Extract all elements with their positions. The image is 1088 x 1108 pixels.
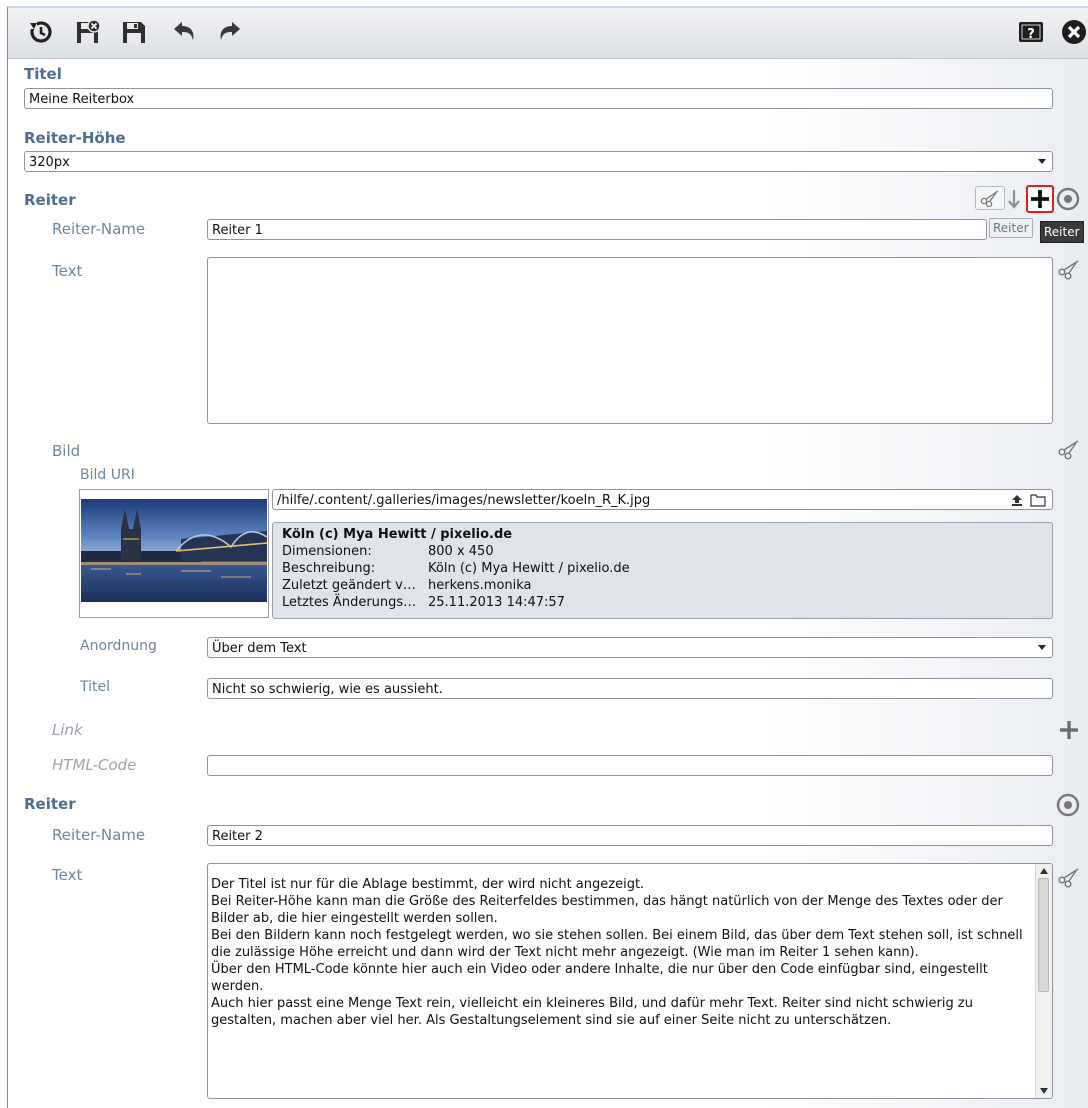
- scissors-icon[interactable]: [1058, 866, 1080, 888]
- discard-save-icon[interactable]: [72, 16, 104, 48]
- info-value: 800 x 450: [428, 544, 494, 559]
- help-icon[interactable]: ?: [1015, 16, 1047, 48]
- info-key: Zuletzt geändert v…: [282, 578, 416, 593]
- reiter-hoehe-select[interactable]: 320px: [24, 151, 1053, 172]
- info-value: Köln (c) Mya Hewitt / pixelio.de: [428, 561, 630, 576]
- image-info-box: Köln (c) Mya Hewitt / pixelio.de Dimensi…: [272, 522, 1053, 619]
- bild-titel-input[interactable]: Nicht so schwierig, wie es aussieht.: [207, 678, 1053, 699]
- target-icon[interactable]: [1056, 793, 1080, 817]
- bild-uri-label: Bild URI: [80, 467, 135, 483]
- reiter-name-input[interactable]: Reiter 1: [207, 219, 987, 240]
- anordnung-select[interactable]: Über dem Text: [207, 637, 1053, 658]
- text-area[interactable]: [207, 257, 1053, 424]
- reiter-hoehe-value: 320px: [29, 155, 70, 170]
- scroll-up-icon[interactable]: [1040, 868, 1048, 874]
- reiter-1-section-label: Reiter: [24, 191, 76, 209]
- image-info-row: Beschreibung: Köln (c) Mya Hewitt / pixel…: [282, 560, 1052, 577]
- history-icon[interactable]: [24, 16, 56, 48]
- info-value: herkens.monika: [428, 578, 532, 593]
- undo-icon[interactable]: [168, 16, 200, 48]
- move-down-icon[interactable]: [1007, 188, 1021, 210]
- image-thumbnail[interactable]: [79, 489, 269, 618]
- text-paragraph: Der Titel ist nur für die Ablage bestimm…: [211, 877, 645, 892]
- cologne-image: [81, 499, 267, 602]
- chevron-down-icon: [1038, 159, 1046, 164]
- scissors-icon[interactable]: [1058, 438, 1080, 460]
- info-key: Dimensionen:: [282, 544, 372, 559]
- anordnung-value: Über dem Text: [212, 641, 307, 656]
- reiter-2-text-content: Der Titel ist nur für die Ablage bestimm…: [208, 864, 1052, 1029]
- titel-input[interactable]: Meine Reiterbox: [24, 88, 1053, 109]
- chevron-down-icon: [1038, 645, 1046, 650]
- bild-uri-value: /hilfe/.content/.galleries/images/newsle…: [277, 493, 651, 508]
- html-code-label: HTML-Code: [52, 756, 137, 774]
- add-link-icon[interactable]: [1059, 720, 1079, 740]
- bild-label: Bild: [52, 442, 81, 460]
- image-info-row: Dimensionen: 800 x 450: [282, 543, 1052, 560]
- svg-text:?: ?: [1027, 27, 1035, 42]
- reiter-2-name-label: Reiter-Name: [52, 826, 146, 844]
- redo-icon[interactable]: [214, 16, 246, 48]
- reiter-2-section-label: Reiter: [24, 795, 76, 813]
- reiter-name-label: Reiter-Name: [52, 220, 146, 238]
- close-icon[interactable]: [1058, 16, 1088, 48]
- link-label: Link: [52, 721, 83, 739]
- text-paragraph: Auch hier passt eine Menge Text rein, vi…: [211, 996, 973, 1028]
- add-reiter-button[interactable]: [1026, 185, 1054, 213]
- text-paragraph: Bei den Bildern kann noch festgelegt wer…: [211, 928, 1023, 960]
- info-value: 25.11.2013 14:47:57: [428, 595, 565, 610]
- text-paragraph: Bei Reiter-Höhe kann man die Größe des R…: [211, 894, 1003, 926]
- reiter-hoehe-label: Reiter-Höhe: [24, 129, 126, 147]
- target-icon[interactable]: [1056, 187, 1080, 211]
- text-paragraph: Über den HTML-Code könnte hier auch ein …: [211, 962, 988, 994]
- info-key: Beschreibung:: [282, 561, 376, 576]
- reiter-2-text-label: Text: [52, 866, 83, 884]
- bild-titel-label: Titel: [80, 679, 111, 695]
- text-label: Text: [52, 262, 83, 280]
- toolbar: ?: [8, 8, 1088, 59]
- upload-icon[interactable]: [1010, 493, 1024, 507]
- tooltip-reiter: Reiter: [1040, 221, 1084, 243]
- reiter-2-name-input[interactable]: Reiter 2: [207, 825, 1053, 846]
- anordnung-label: Anordnung: [80, 638, 157, 654]
- plus-icon: [1031, 190, 1049, 208]
- image-info-row: Zuletzt geändert v… herkens.monika: [282, 577, 1052, 594]
- folder-icon[interactable]: [1030, 493, 1046, 507]
- image-info-row: Letztes Änderungs… 25.11.2013 14:47:57: [282, 594, 1052, 611]
- info-key: Letztes Änderungs…: [282, 595, 417, 610]
- scrollbar[interactable]: [1035, 864, 1052, 1098]
- cut-reiter-button[interactable]: [975, 186, 1005, 210]
- image-info-title: Köln (c) Mya Hewitt / pixelio.de: [282, 527, 513, 542]
- html-code-input[interactable]: [207, 755, 1053, 776]
- reiter-2-text-area[interactable]: Der Titel ist nur für die Ablage bestimm…: [207, 863, 1053, 1099]
- bild-uri-input[interactable]: /hilfe/.content/.galleries/images/newsle…: [272, 489, 1053, 510]
- scissors-icon[interactable]: [1058, 258, 1080, 280]
- titel-label: Titel: [24, 65, 62, 83]
- scroll-down-icon[interactable]: [1040, 1088, 1048, 1094]
- save-icon[interactable]: [118, 16, 150, 48]
- scissors-icon: [980, 190, 999, 207]
- tooltip-reiter-light: Reiter: [989, 218, 1033, 238]
- scrollbar-thumb[interactable]: [1038, 878, 1049, 992]
